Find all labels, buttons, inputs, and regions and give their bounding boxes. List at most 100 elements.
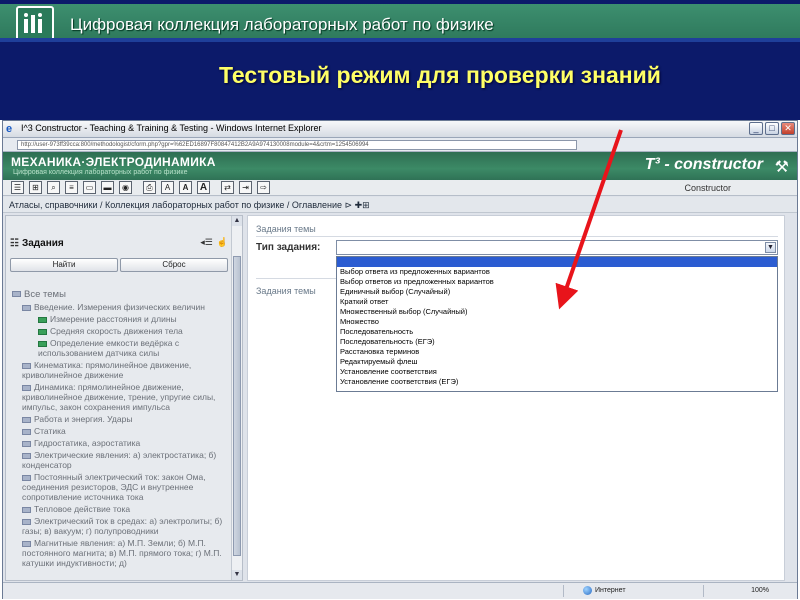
vertical-scrollbar[interactable]: ▲ ▼ <box>231 216 242 580</box>
folder-icon <box>22 384 31 391</box>
tree-item[interactable]: Измерение расстояния и длины <box>8 314 230 324</box>
minimize-button[interactable]: _ <box>749 122 763 135</box>
folder-icon <box>22 474 31 481</box>
tasks-icon: ☷ <box>10 238 19 249</box>
header-band: Цифровая коллекция лабораторных работ по… <box>0 4 800 42</box>
breadcrumb-item[interactable]: Коллекция лабораторных работ по физике <box>105 200 284 210</box>
collapse-panel-icon[interactable]: ◂☰ <box>200 237 213 248</box>
expand-icon[interactable]: ⊳ ✚⊞ <box>345 200 370 210</box>
tree-folder[interactable]: Все темы <box>8 290 230 300</box>
topics-tree: Все темы Введение. Измерения физических в… <box>8 290 230 580</box>
font-large-icon[interactable]: A <box>197 181 210 194</box>
dropdown-option[interactable]: Множественный выбор (Случайный) <box>337 307 777 317</box>
dropdown-option[interactable]: Редактируемый флеш <box>337 357 777 367</box>
scroll-up-icon[interactable]: ▲ <box>232 216 242 226</box>
reset-button[interactable]: Сброс <box>120 258 228 272</box>
tree-folder[interactable]: Электрический ток в средах: а) электроли… <box>8 516 230 536</box>
task-icon <box>38 340 47 347</box>
chevron-down-icon[interactable]: ▼ <box>765 242 776 253</box>
print-icon[interactable]: ⎙ <box>143 181 156 194</box>
dropdown-option[interactable]: Установление соответствия (ЕГЭ) <box>337 377 777 387</box>
ie-logo-icon: e <box>6 123 13 135</box>
task-icon <box>38 328 47 335</box>
dropdown-option[interactable]: Последовательность <box>337 327 777 337</box>
find-button[interactable]: Найти <box>10 258 118 272</box>
panel-header: ☷ Задания <box>10 238 64 249</box>
tree-item-label: Статика <box>34 426 66 436</box>
task-type-label: Тип задания: <box>256 242 321 253</box>
search-icon[interactable]: ⌕ <box>47 181 60 194</box>
toolbar: ☰ ⊞ ⌕ ≡ ▭ ▬ ◉ ⎙ A A A ⇄ ⇥ ⇨ Constructor <box>3 180 797 196</box>
slide-header-title: Цифровая коллекция лабораторных работ по… <box>70 15 494 34</box>
font-small-icon[interactable]: A <box>161 181 174 194</box>
tree-item-label: Тепловое действие тока <box>34 504 131 514</box>
tree-folder[interactable]: Работа и энергия. Удары <box>8 414 230 424</box>
task-icon <box>38 316 47 323</box>
folder-icon <box>22 440 31 447</box>
window-tab-icon[interactable]: ▬ <box>101 181 114 194</box>
dropdown-option[interactable]: Краткий ответ <box>337 297 777 307</box>
tools-icon[interactable]: ⚒ <box>775 157 789 177</box>
address-input[interactable]: http://user-973ff39cca:800/methodologist… <box>17 140 577 150</box>
breadcrumb-item[interactable]: Атласы, справочники <box>9 200 97 210</box>
tree-folder[interactable]: Кинематика: прямолинейное движение, крив… <box>8 360 230 380</box>
tree-item-label: Гидростатика, аэростатика <box>34 438 141 448</box>
toolbar-label: Constructor <box>684 183 731 193</box>
task-type-select[interactable]: ▼ <box>336 240 778 255</box>
scroll-thumb[interactable] <box>233 256 241 556</box>
globe-icon <box>583 586 592 595</box>
panel-title: Задания <box>21 238 64 249</box>
tree-item[interactable]: Определение емкости ведёрка с использова… <box>8 338 230 358</box>
list-edit-icon[interactable]: ≡ <box>65 181 78 194</box>
scroll-down-icon[interactable]: ▼ <box>232 570 242 580</box>
tree-folder[interactable]: Постоянный электрический ток: закон Ома,… <box>8 472 230 502</box>
folder-icon <box>22 304 31 311</box>
zoom-level[interactable]: 100% <box>751 587 769 594</box>
tree-folder[interactable]: Статика <box>8 426 230 436</box>
tree-folder[interactable]: Гидростатика, аэростатика <box>8 438 230 448</box>
font-medium-icon[interactable]: A <box>179 181 192 194</box>
maximize-button[interactable]: □ <box>765 122 779 135</box>
status-bar: Интернет 100% <box>3 582 797 599</box>
folder-icon <box>22 416 31 423</box>
pointer-icon[interactable]: ☝ <box>217 237 228 248</box>
dropdown-option[interactable]: Выбор ответов из предложенных вариантов <box>337 277 777 287</box>
hierarchy-icon[interactable]: ⊞ <box>29 181 42 194</box>
folder-icon <box>22 506 31 513</box>
section-label-mid: Задания темы <box>256 286 316 296</box>
dropdown-option[interactable]: Расстановка терминов <box>337 347 777 357</box>
tree-folder[interactable]: Динамика: прямолинейное движение, кривол… <box>8 382 230 412</box>
tree-item-label: Измерение расстояния и длины <box>50 314 177 324</box>
collection-logo-icon <box>16 6 54 42</box>
dropdown-option[interactable]: Множество <box>337 317 777 327</box>
tree-item[interactable]: Средняя скорость движения тела <box>8 326 230 336</box>
tasks-panel: ☷ Задания ◂☰ ☝ Найти Сброс Все темы Введе… <box>5 215 243 581</box>
dropdown-option[interactable]: Последовательность (ЕГЭ) <box>337 337 777 347</box>
export-icon[interactable]: ⇥ <box>239 181 252 194</box>
folder-icon <box>12 291 21 298</box>
dropdown-option[interactable]: Единичный выбор (Случайный) <box>337 287 777 297</box>
folder-icon <box>22 362 31 369</box>
tree-folder[interactable]: Электрические явления: а) электростатика… <box>8 450 230 470</box>
login-icon[interactable]: ⇨ <box>257 181 270 194</box>
tree-item-label: Электрические явления: а) электростатика… <box>22 450 217 470</box>
dropdown-option[interactable]: Выбор ответа из предложенных вариантов <box>337 267 777 277</box>
tree-folder[interactable]: Тепловое действие тока <box>8 504 230 514</box>
window-icon[interactable]: ▭ <box>83 181 96 194</box>
close-button[interactable]: ✕ <box>781 122 795 135</box>
camera-icon[interactable]: ◉ <box>119 181 132 194</box>
tree-folder[interactable]: Введение. Измерения физических величин <box>8 302 230 312</box>
security-zone: Интернет <box>595 587 626 594</box>
tree-item-label: Электрический ток в средах: а) электроли… <box>22 516 223 536</box>
tree-item-label: Введение. Измерения физических величин <box>34 302 205 312</box>
dropdown-selected-option[interactable] <box>337 257 777 267</box>
slide-header: Цифровая коллекция лабораторных работ по… <box>0 0 800 120</box>
list-icon[interactable]: ☰ <box>11 181 24 194</box>
transfer-icon[interactable]: ⇄ <box>221 181 234 194</box>
brand-title: МЕХАНИКА·ЭЛЕКТРОДИНАМИКА <box>11 155 216 169</box>
tree-item-label: Магнитные явления: а) М.П. Земли; б) М.П… <box>22 538 222 568</box>
breadcrumb: Атласы, справочники / Коллекция лаборато… <box>3 197 797 213</box>
dropdown-option[interactable]: Установление соответствия <box>337 367 777 377</box>
breadcrumb-item[interactable]: Оглавление <box>292 200 342 210</box>
tree-folder[interactable]: Магнитные явления: а) М.П. Земли; б) М.П… <box>8 538 230 568</box>
